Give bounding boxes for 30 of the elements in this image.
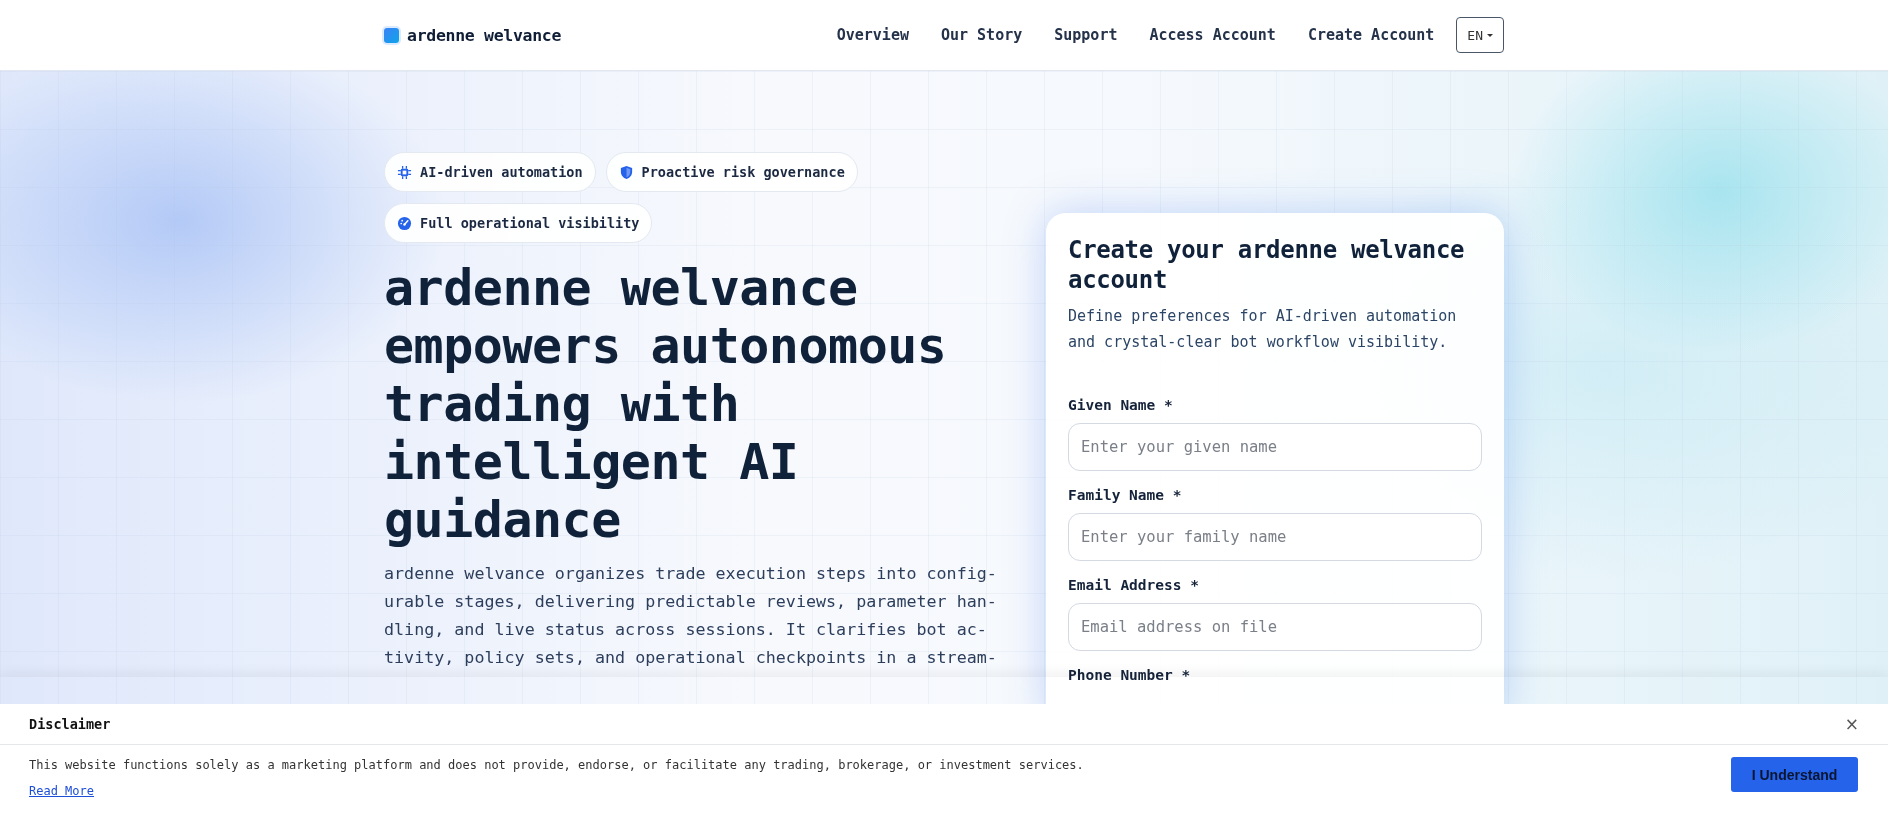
nav-link[interactable]: Create Account <box>1307 26 1435 44</box>
input-field[interactable]: Enter your family name <box>1068 513 1482 561</box>
field-label: Family Name * <box>1068 487 1183 503</box>
close-button[interactable]: × <box>1844 714 1859 734</box>
input-field[interactable]: Email address on file <box>1068 603 1482 651</box>
hero-heading: ardenne welvance empowers autonomous trading with intelligent AI guidance <box>384 259 948 549</box>
hero-paragraph: ardenne welvance organizes trade execution steps into config- urable stages, delivering predictable reviews, parameter han- dling, and live status across sessions. It clarifies bot ac- tivity, policy sets, and operational checkpoints in a stream- <box>384 562 998 669</box>
caret-icon <box>1487 33 1493 37</box>
chip-icon <box>397 164 412 180</box>
nav-link[interactable]: Access Account <box>1149 26 1276 44</box>
card-subtitle: Define preferences for AI-driven automation and crystal-clear bot workflow visibility. <box>1068 306 1458 353</box>
field-label: Email Address * <box>1068 577 1200 593</box>
feature-chip: AI-driven automation <box>384 152 596 192</box>
logo-icon <box>384 27 399 43</box>
feature-chip: Full operational visibility <box>384 203 653 243</box>
nav-link[interactable]: Support <box>1054 26 1118 44</box>
field-label: Phone Number * <box>1068 667 1192 683</box>
card-title: Create your ardenne welvance account <box>1068 235 1466 295</box>
brand-name[interactable]: ardenne welvance <box>407 25 562 45</box>
gauge-icon <box>397 215 412 231</box>
input-field[interactable]: Enter your given name <box>1068 423 1482 471</box>
disclaimer-title: Disclaimer <box>29 716 111 732</box>
shield-icon <box>618 164 634 180</box>
field-label: Given Name * <box>1068 397 1174 413</box>
feature-chip: Proactive risk governance <box>605 152 858 192</box>
language-select[interactable]: EN <box>1456 17 1504 53</box>
read-more-link[interactable]: Read More <box>29 784 95 798</box>
nav-link[interactable]: Overview <box>836 26 909 44</box>
disclaimer-text: This website functions solely as a marketing platform and does not provide, endorse, or facilitate any trading, brokerage, or investment services. <box>29 758 1084 772</box>
nav-link[interactable]: Our Story <box>940 26 1023 44</box>
